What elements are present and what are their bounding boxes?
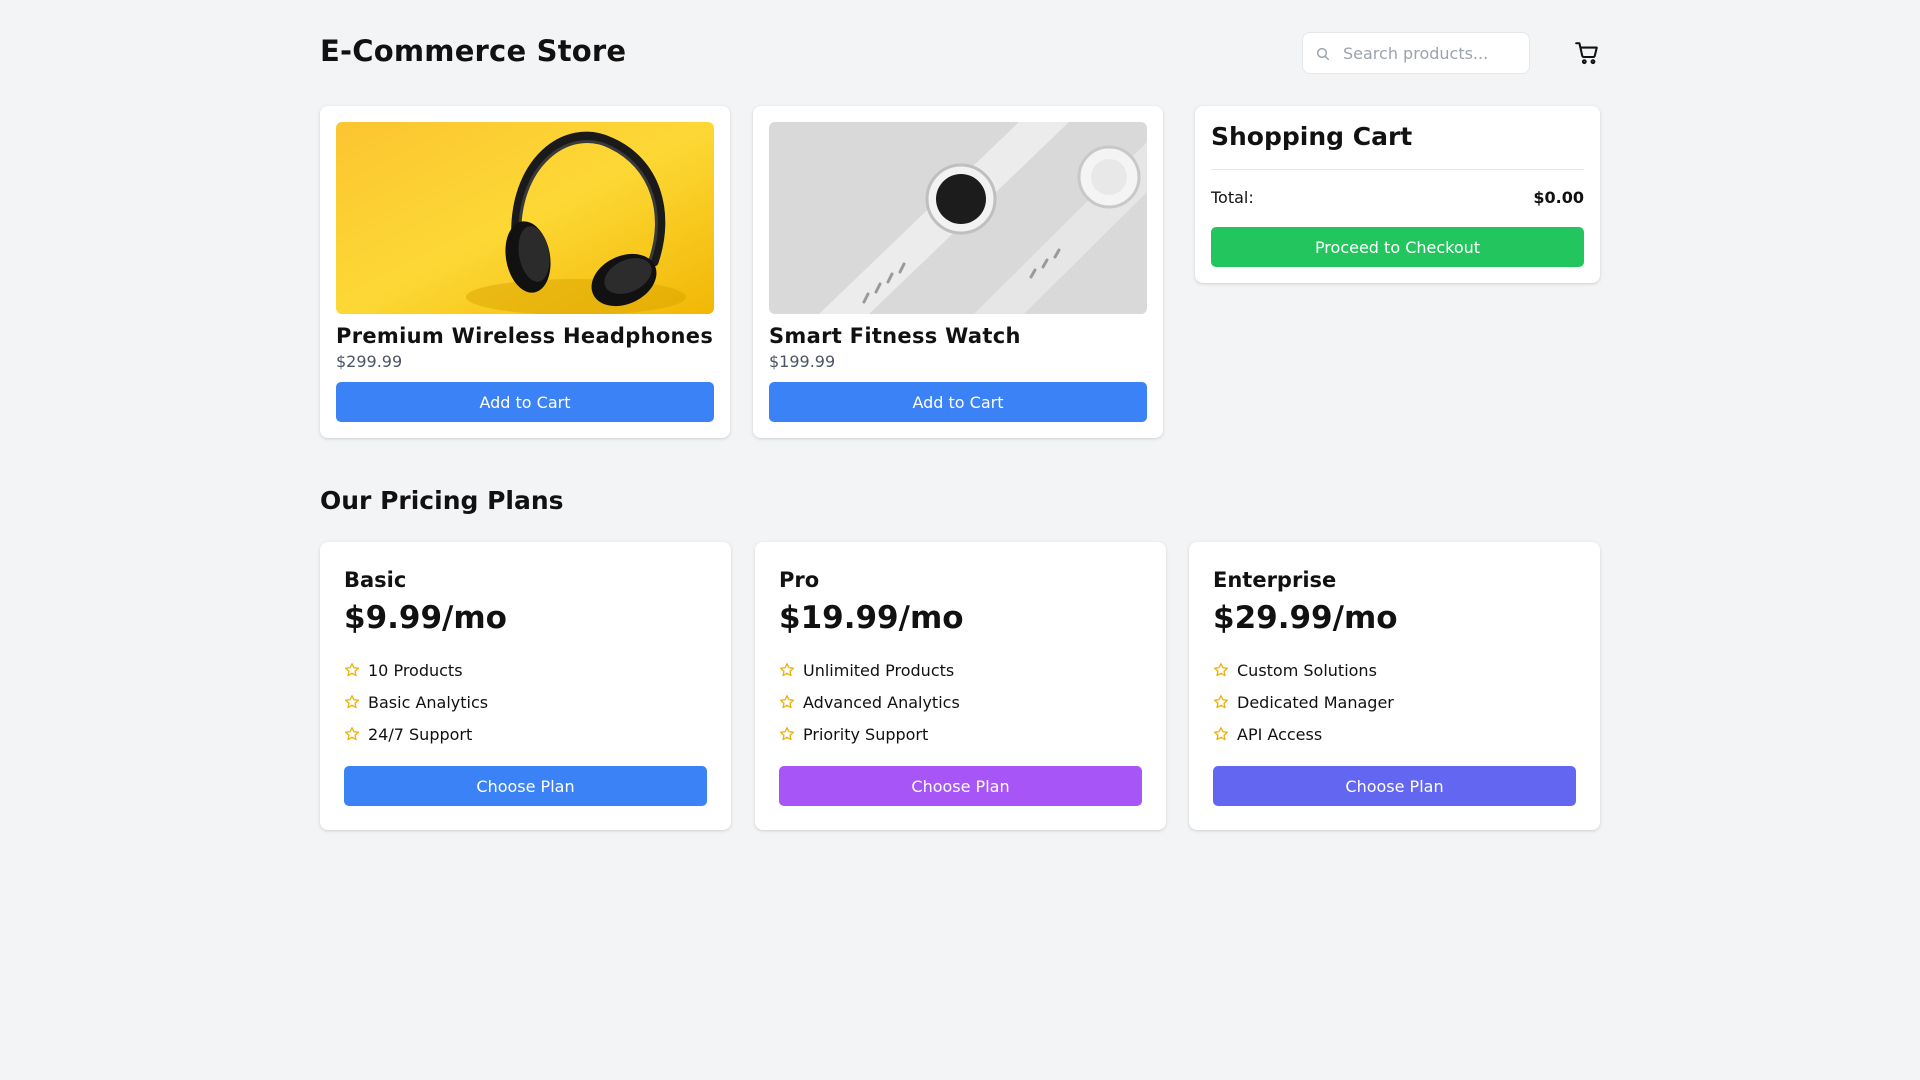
search-icon — [1316, 47, 1330, 61]
plan-name: Enterprise — [1213, 568, 1337, 592]
page-title: E-Commerce Store — [320, 34, 627, 68]
choose-plan-button[interactable]: Choose Plan — [1213, 766, 1576, 806]
feature-item: Unlimited Products — [779, 654, 960, 686]
product-price: $199.99 — [769, 352, 836, 371]
feature-item: 10 Products — [344, 654, 488, 686]
feature-label: Basic Analytics — [368, 692, 489, 712]
feature-item: 24/7 Support — [344, 718, 488, 750]
add-to-cart-button[interactable]: Add to Cart — [769, 382, 1147, 422]
star-icon — [1214, 727, 1228, 741]
plan-name: Pro — [779, 568, 820, 592]
pricing-plan-card: Pro $19.99/mo Unlimited Products Advance… — [755, 542, 1166, 830]
feature-label: Advanced Analytics — [803, 692, 960, 712]
plan-price: $9.99/mo — [344, 600, 507, 636]
star-icon — [780, 727, 794, 741]
feature-item: Advanced Analytics — [779, 686, 960, 718]
star-icon — [780, 695, 794, 709]
feature-label: Unlimited Products — [803, 660, 955, 680]
cart-total-label: Total: — [1211, 188, 1254, 207]
feature-label: API Access — [1237, 724, 1323, 744]
pricing-section-title: Our Pricing Plans — [320, 486, 564, 515]
feature-item: Priority Support — [779, 718, 960, 750]
choose-plan-button[interactable]: Choose Plan — [344, 766, 707, 806]
checkout-button[interactable]: Proceed to Checkout — [1211, 227, 1584, 267]
feature-label: 10 Products — [368, 660, 463, 680]
pricing-plan-card: Basic $9.99/mo 10 Products Basic Analyti… — [320, 542, 731, 830]
product-price: $299.99 — [336, 352, 403, 371]
plan-features: Unlimited Products Advanced Analytics Pr… — [779, 654, 960, 750]
choose-plan-button[interactable]: Choose Plan — [779, 766, 1142, 806]
plan-price: $29.99/mo — [1213, 600, 1398, 636]
plan-features: 10 Products Basic Analytics 24/7 Support — [344, 654, 488, 750]
feature-label: Dedicated Manager — [1237, 692, 1394, 712]
star-icon — [1214, 695, 1228, 709]
divider — [1211, 169, 1584, 170]
shopping-cart-panel: Shopping Cart Total: $0.00 Proceed to Ch… — [1195, 106, 1600, 283]
header: E-Commerce Store — [320, 32, 1600, 74]
search-box[interactable] — [1302, 32, 1530, 74]
feature-label: 24/7 Support — [368, 724, 473, 744]
cart-title: Shopping Cart — [1211, 122, 1413, 151]
feature-item: Custom Solutions — [1213, 654, 1394, 686]
feature-item: Basic Analytics — [344, 686, 488, 718]
feature-item: API Access — [1213, 718, 1394, 750]
star-icon — [345, 727, 359, 741]
star-icon — [345, 663, 359, 677]
product-card: Premium Wireless Headphones $299.99 Add … — [320, 106, 730, 438]
add-to-cart-button[interactable]: Add to Cart — [336, 382, 714, 422]
product-name: Smart Fitness Watch — [769, 324, 1021, 348]
plan-name: Basic — [344, 568, 407, 592]
feature-item: Dedicated Manager — [1213, 686, 1394, 718]
star-icon — [345, 695, 359, 709]
plan-features: Custom Solutions Dedicated Manager API A… — [1213, 654, 1394, 750]
search-input[interactable] — [1343, 33, 1523, 73]
product-name: Premium Wireless Headphones — [336, 324, 714, 348]
product-card: Smart Fitness Watch $199.99 Add to Cart — [753, 106, 1163, 438]
plan-price: $19.99/mo — [779, 600, 964, 636]
shopping-cart-icon[interactable] — [1574, 40, 1600, 66]
pricing-plan-card: Enterprise $29.99/mo Custom Solutions De… — [1189, 542, 1600, 830]
smartwatch-photo — [769, 122, 1147, 314]
star-icon — [780, 663, 794, 677]
star-icon — [1214, 663, 1228, 677]
headphones-photo — [336, 122, 714, 314]
feature-label: Custom Solutions — [1237, 660, 1377, 680]
cart-total-value: $0.00 — [1533, 188, 1584, 207]
feature-label: Priority Support — [803, 724, 929, 744]
